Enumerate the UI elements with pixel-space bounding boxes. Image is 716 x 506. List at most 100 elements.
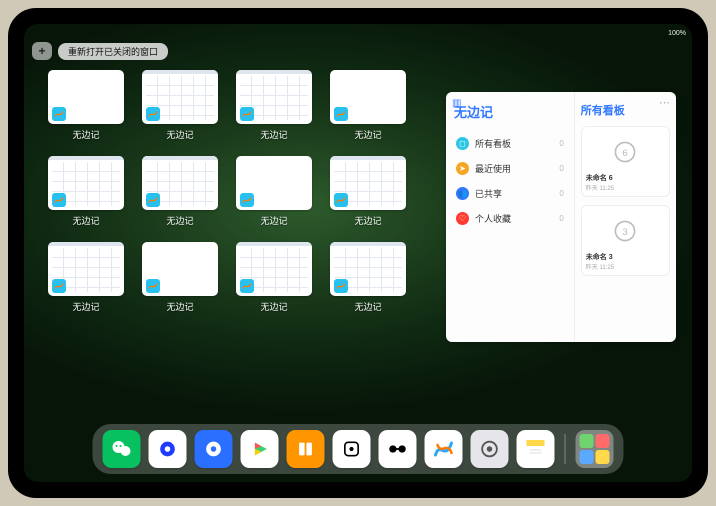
folder-mini-icon <box>596 450 610 464</box>
freeform-app-icon <box>146 193 160 207</box>
dock-recent-folder[interactable] <box>576 430 614 468</box>
dock-books[interactable] <box>287 430 325 468</box>
window-thumbnail <box>330 156 406 210</box>
dock-divider <box>565 434 566 464</box>
window-thumbnail <box>236 242 312 296</box>
sidebar-item-label: 个人收藏 <box>475 212 511 225</box>
window-card[interactable]: 无边记 <box>234 242 314 322</box>
reopen-closed-window-button[interactable]: 重新打开已关闭的窗口 <box>58 43 168 60</box>
dock-play[interactable] <box>241 430 279 468</box>
dock-freeform[interactable] <box>425 430 463 468</box>
boards-list: 6 未命名 6 昨天 11:25 3 未命名 3 昨天 11:25 <box>581 126 670 276</box>
more-icon[interactable]: ⋯ <box>659 96 670 109</box>
new-window-button[interactable]: + <box>32 42 52 60</box>
sidebar-item-count: 0 <box>559 164 563 173</box>
board-card[interactable]: 3 未命名 3 昨天 11:25 <box>581 205 670 276</box>
window-card[interactable]: 无边记 <box>328 156 408 236</box>
sidebar-item[interactable]: ◻ 所有看板 0 <box>454 131 566 156</box>
freeform-app-icon <box>334 107 348 121</box>
ipad-frame: 100% + 重新打开已关闭的窗口 无边记无边记无边记无边记无边记无边记无边记无… <box>8 8 708 498</box>
board-date: 昨天 11:25 <box>586 262 665 271</box>
board-date: 昨天 11:25 <box>586 183 665 192</box>
freeform-app-icon <box>52 279 66 293</box>
board-name: 未命名 3 <box>586 252 665 262</box>
sidebar-item[interactable]: ♡ 个人收藏 0 <box>454 206 566 231</box>
dock-game[interactable] <box>333 430 371 468</box>
window-label: 无边记 <box>166 128 193 141</box>
window-card[interactable]: 无边记 <box>46 70 126 150</box>
sidebar-item-icon: ◻ <box>456 137 469 150</box>
window-card[interactable]: 无边记 <box>328 70 408 150</box>
board-name: 未命名 6 <box>586 173 665 183</box>
sidebar-item-icon: ➤ <box>456 162 469 175</box>
board-card[interactable]: 6 未命名 6 昨天 11:25 <box>581 126 670 197</box>
app-expose-grid: 无边记无边记无边记无边记无边记无边记无边记无边记无边记无边记无边记无边记 <box>46 70 406 322</box>
freeform-app-icon <box>240 107 254 121</box>
top-toolbar: + 重新打开已关闭的窗口 <box>32 42 168 60</box>
window-card[interactable]: 无边记 <box>140 156 220 236</box>
freeform-sidebar-window[interactable]: ▥ ⋯ 无边记 ◻ 所有看板 0 ➤ 最近使用 0 👥 已共享 0 ♡ 个人收藏… <box>446 92 676 342</box>
sidebar-title: 无边记 <box>454 102 566 121</box>
window-card[interactable]: 无边记 <box>140 242 220 322</box>
freeform-app-icon <box>334 279 348 293</box>
window-label: 无边记 <box>260 214 287 227</box>
svg-text:6: 6 <box>623 148 628 159</box>
window-label: 无边记 <box>260 300 287 313</box>
svg-text:3: 3 <box>623 227 628 238</box>
freeform-app-icon <box>146 279 160 293</box>
sidebar-list: ◻ 所有看板 0 ➤ 最近使用 0 👥 已共享 0 ♡ 个人收藏 0 <box>454 131 566 231</box>
dock-remote[interactable] <box>379 430 417 468</box>
window-label: 无边记 <box>354 128 381 141</box>
window-thumbnail <box>48 156 124 210</box>
sidebar-item-icon: ♡ <box>456 212 469 225</box>
freeform-app-icon <box>146 107 160 121</box>
freeform-app-icon <box>240 279 254 293</box>
dock <box>93 424 624 474</box>
dock-settings[interactable] <box>471 430 509 468</box>
sidebar-item-label: 所有看板 <box>475 137 511 150</box>
right-panel-title: 所有看板 <box>581 102 670 118</box>
window-label: 无边记 <box>72 214 99 227</box>
dock-notes[interactable] <box>517 430 555 468</box>
sidebar-left-pane: 无边记 ◻ 所有看板 0 ➤ 最近使用 0 👥 已共享 0 ♡ 个人收藏 0 <box>446 92 575 342</box>
window-label: 无边记 <box>166 214 193 227</box>
sidebar-item-count: 0 <box>559 139 563 148</box>
board-canvas: 6 <box>586 131 665 173</box>
freeform-app-icon <box>240 193 254 207</box>
freeform-app-icon <box>52 193 66 207</box>
window-card[interactable]: 无边记 <box>140 70 220 150</box>
dock-quark-hd[interactable] <box>149 430 187 468</box>
status-battery: 100% <box>668 30 686 37</box>
window-label: 无边记 <box>354 300 381 313</box>
freeform-app-icon <box>52 107 66 121</box>
window-label: 无边记 <box>354 214 381 227</box>
window-thumbnail <box>142 70 218 124</box>
sidebar-item-label: 最近使用 <box>475 162 511 175</box>
sidebar-item[interactable]: 👥 已共享 0 <box>454 181 566 206</box>
sidebar-item-label: 已共享 <box>475 187 502 200</box>
window-label: 无边记 <box>260 128 287 141</box>
window-thumbnail <box>236 70 312 124</box>
window-label: 无边记 <box>166 300 193 313</box>
status-bar: 100% <box>24 27 692 39</box>
window-thumbnail <box>330 70 406 124</box>
window-thumbnail <box>142 242 218 296</box>
screen: 100% + 重新打开已关闭的窗口 无边记无边记无边记无边记无边记无边记无边记无… <box>24 24 692 482</box>
sidebar-right-pane: 所有看板 6 未命名 6 昨天 11:25 3 未命名 3 昨天 11:25 <box>575 92 676 342</box>
window-thumbnail <box>142 156 218 210</box>
sidebar-item[interactable]: ➤ 最近使用 0 <box>454 156 566 181</box>
sidebar-toggle-icon[interactable]: ▥ <box>452 98 461 109</box>
window-label: 无边记 <box>72 128 99 141</box>
sidebar-item-icon: 👥 <box>456 187 469 200</box>
freeform-app-icon <box>334 193 348 207</box>
window-card[interactable]: 无边记 <box>234 70 314 150</box>
window-card[interactable]: 无边记 <box>46 156 126 236</box>
window-card[interactable]: 无边记 <box>46 242 126 322</box>
window-thumbnail <box>236 156 312 210</box>
dock-wechat[interactable] <box>103 430 141 468</box>
dock-quark[interactable] <box>195 430 233 468</box>
sidebar-item-count: 0 <box>559 189 563 198</box>
window-card[interactable]: 无边记 <box>328 242 408 322</box>
window-card[interactable]: 无边记 <box>234 156 314 236</box>
folder-mini-icon <box>580 450 594 464</box>
